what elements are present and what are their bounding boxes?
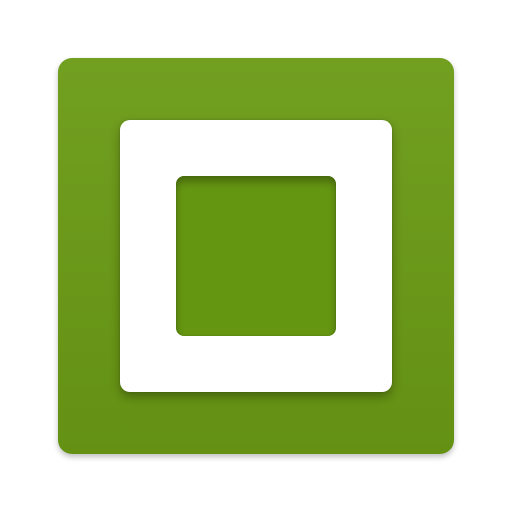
icon-frame bbox=[120, 120, 392, 392]
square-frame-icon bbox=[58, 58, 454, 454]
icon-inner-square bbox=[176, 176, 336, 336]
